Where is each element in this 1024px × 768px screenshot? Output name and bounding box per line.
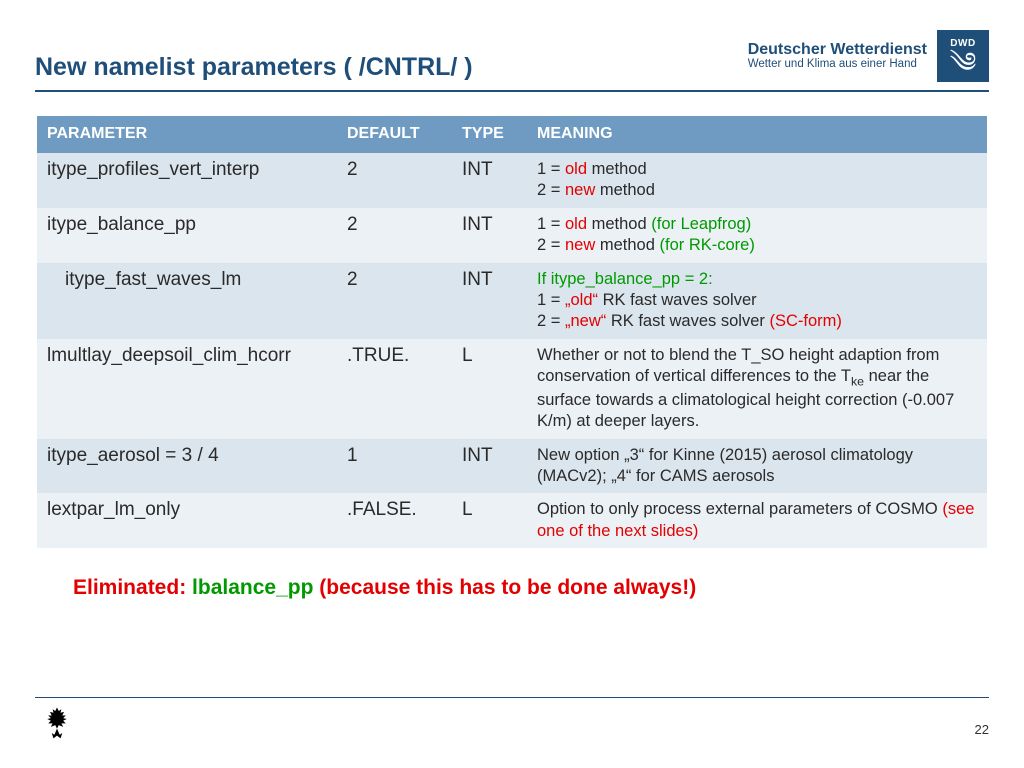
swirl-icon: ༄ xyxy=(950,49,977,77)
brand-main: Deutscher Wetterdienst xyxy=(748,42,927,59)
bottom-rule xyxy=(35,697,989,698)
eagle-icon xyxy=(35,704,79,754)
page-title: New namelist parameters ( /CNTRL/ ) xyxy=(35,53,748,82)
col-meaning: MEANING xyxy=(527,116,987,153)
table-row: itype_balance_pp2INT1 = old method (for … xyxy=(37,208,987,263)
top-rule xyxy=(35,90,989,92)
page-number: 22 xyxy=(975,722,989,737)
table-row: lextpar_lm_only.FALSE.LOption to only pr… xyxy=(37,493,987,548)
brand-block: Deutscher Wetterdienst Wetter und Klima … xyxy=(748,30,989,82)
table-row: lmultlay_deepsoil_clim_hcorr.TRUE.LWheth… xyxy=(37,339,987,439)
table-row: itype_fast_waves_lm2INTIf itype_balance_… xyxy=(37,263,987,339)
brand-sub: Wetter und Klima aus einer Hand xyxy=(748,58,927,70)
table-row: itype_aerosol = 3 / 41INTNew option „3“ … xyxy=(37,439,987,494)
eliminated-note: Eliminated: lbalance_pp (because this ha… xyxy=(73,576,989,600)
params-table: PARAMETER DEFAULT TYPE MEANING itype_pro… xyxy=(37,116,987,548)
dwd-logo: DWD ༄ xyxy=(937,30,989,82)
col-parameter: PARAMETER xyxy=(37,116,337,153)
col-default: DEFAULT xyxy=(337,116,452,153)
table-row: itype_profiles_vert_interp2INT1 = old me… xyxy=(37,153,987,208)
col-type: TYPE xyxy=(452,116,527,153)
